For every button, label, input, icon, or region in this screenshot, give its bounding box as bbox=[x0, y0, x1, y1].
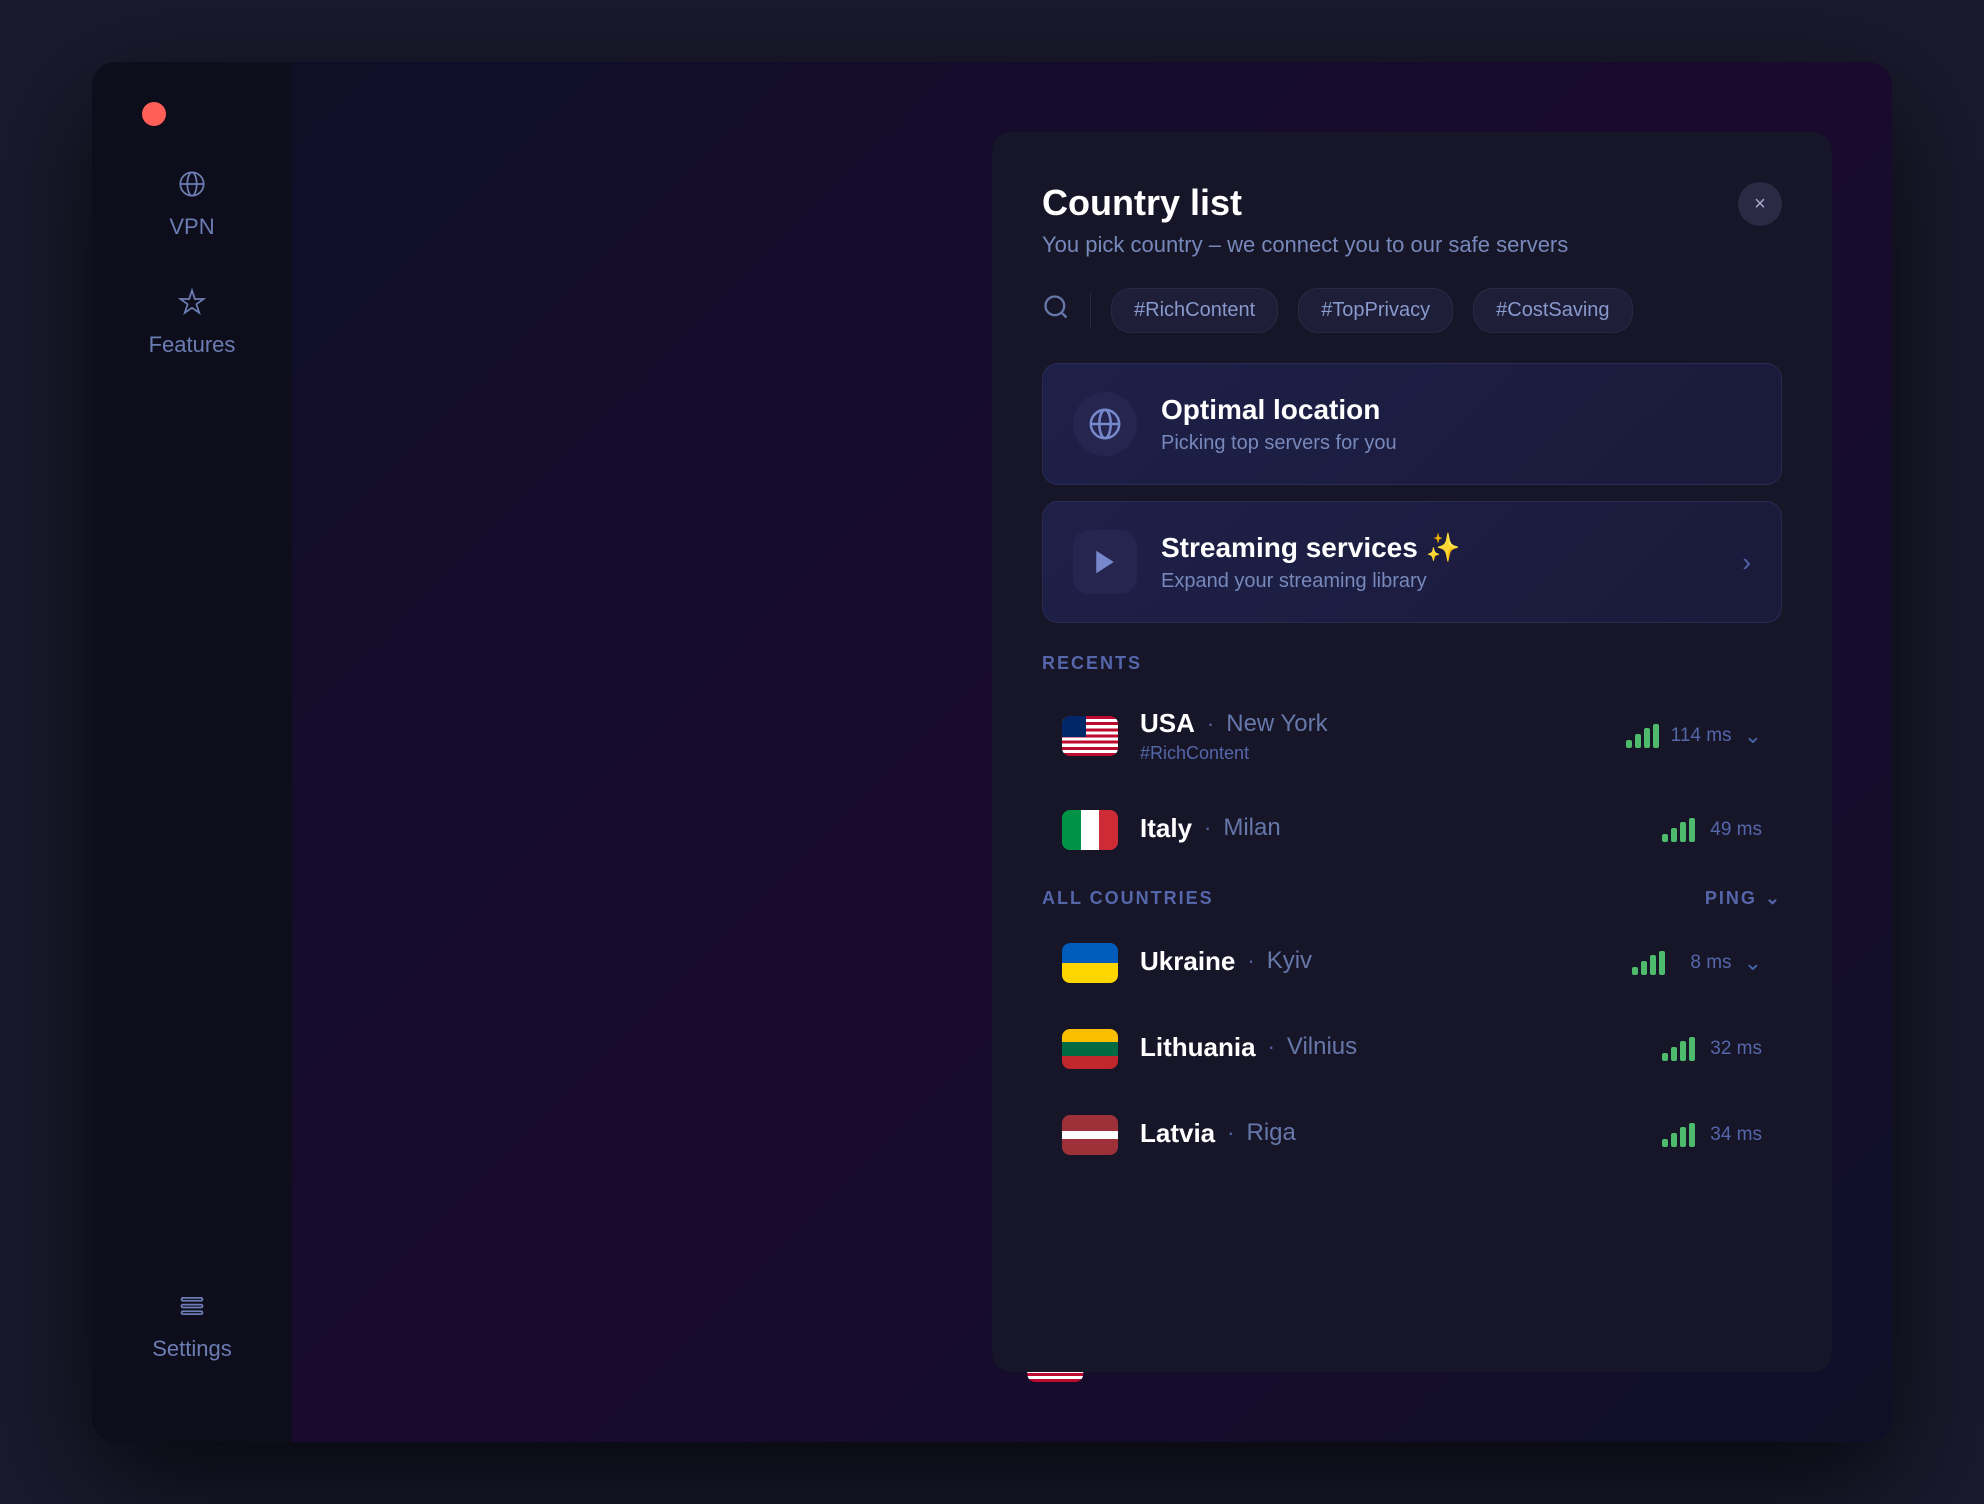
close-panel-button[interactable]: × bbox=[1738, 182, 1782, 226]
country-list-panel: Country list You pick country – we conne… bbox=[992, 132, 1832, 1372]
sidebar-item-settings[interactable]: Settings bbox=[152, 1284, 232, 1362]
latvia-signal-icon bbox=[1662, 1123, 1695, 1147]
recent-usa-item[interactable]: USA · New York #RichContent 114 ms ⌄ bbox=[1042, 690, 1782, 782]
lithuania-country-info: Lithuania · Vilnius bbox=[1140, 1032, 1640, 1067]
latvia-ping-value: 34 ms bbox=[1707, 1124, 1762, 1146]
italy-ping-area: 49 ms bbox=[1662, 818, 1762, 842]
latvia-country-name: Latvia bbox=[1140, 1118, 1215, 1149]
lithuania-country-name: Lithuania bbox=[1140, 1032, 1256, 1063]
search-divider bbox=[1090, 293, 1091, 329]
ping-sort-label: PING bbox=[1705, 888, 1757, 909]
latvia-city-name: Riga bbox=[1246, 1119, 1295, 1147]
latvia-country-info: Latvia · Riga bbox=[1140, 1118, 1640, 1153]
all-countries-header: ALL COUNTRIES PING ⌄ bbox=[1042, 888, 1782, 909]
sidebar-features-label: Features bbox=[149, 332, 236, 358]
ukraine-flag bbox=[1062, 943, 1118, 983]
italy-name-row: Italy · Milan bbox=[1140, 813, 1640, 844]
search-icon[interactable] bbox=[1042, 293, 1070, 328]
latvia-name-row: Latvia · Riga bbox=[1140, 1118, 1640, 1149]
optimal-location-icon bbox=[1073, 392, 1137, 456]
usa-signal-icon bbox=[1626, 724, 1659, 748]
usa-name-row: USA · New York bbox=[1140, 708, 1604, 739]
optimal-location-title: Optimal location bbox=[1161, 394, 1397, 426]
italy-ping-value: 49 ms bbox=[1707, 819, 1762, 841]
lithuania-flag bbox=[1062, 1029, 1118, 1069]
usa-city-name: New York bbox=[1226, 710, 1327, 738]
italy-flag bbox=[1062, 810, 1118, 850]
optimal-location-subtitle: Picking top servers for you bbox=[1161, 432, 1397, 455]
italy-country-info: Italy · Milan bbox=[1140, 813, 1640, 848]
ping-sort-chevron-icon: ⌄ bbox=[1765, 888, 1782, 909]
italy-city-name: Milan bbox=[1223, 814, 1280, 842]
panel-title-area: Country list You pick country – we conne… bbox=[1042, 182, 1568, 258]
tag-richcontent[interactable]: #RichContent bbox=[1111, 288, 1278, 333]
usa-ping-value: 114 ms bbox=[1671, 725, 1732, 747]
recent-italy-item[interactable]: Italy · Milan 49 ms bbox=[1042, 792, 1782, 868]
ukraine-country-info: Ukraine · Kyiv bbox=[1140, 946, 1610, 981]
usa-country-info: USA · New York #RichContent bbox=[1140, 708, 1604, 764]
search-row: #RichContent #TopPrivacy #CostSaving bbox=[1042, 288, 1782, 333]
country-latvia-item[interactable]: Latvia · Riga 34 ms bbox=[1042, 1097, 1782, 1173]
ukraine-name-row: Ukraine · Kyiv bbox=[1140, 946, 1610, 977]
settings-icon bbox=[170, 1284, 214, 1328]
panel-subtitle: You pick country – we connect you to our… bbox=[1042, 232, 1568, 258]
close-window-button[interactable] bbox=[142, 102, 166, 126]
optimal-location-text: Optimal location Picking top servers for… bbox=[1161, 394, 1397, 455]
ping-sort-button[interactable]: PING ⌄ bbox=[1705, 888, 1782, 909]
vpn-icon bbox=[170, 162, 214, 206]
lithuania-ping-value: 32 ms bbox=[1707, 1038, 1762, 1060]
features-icon bbox=[170, 280, 214, 324]
lithuania-city-name: Vilnius bbox=[1287, 1033, 1357, 1061]
streaming-text: Streaming services ✨ Expand your streami… bbox=[1161, 531, 1460, 593]
streaming-subtitle: Expand your streaming library bbox=[1161, 570, 1460, 593]
usa-tag: #RichContent bbox=[1140, 743, 1604, 764]
ukraine-ping-value: 8 ms bbox=[1677, 952, 1732, 974]
usa-expand-icon[interactable]: ⌄ bbox=[1744, 723, 1762, 749]
sidebar: VPN Features Settings bbox=[92, 62, 292, 1442]
latvia-ping-area: 34 ms bbox=[1662, 1123, 1762, 1147]
recents-section-label: RECENTS bbox=[1042, 653, 1782, 674]
italy-country-name: Italy bbox=[1140, 813, 1192, 844]
tag-topprivacy[interactable]: #TopPrivacy bbox=[1298, 288, 1453, 333]
usa-flag bbox=[1062, 716, 1118, 756]
main-content: USA Country list You pick country – we c… bbox=[292, 62, 1892, 1442]
streaming-icon bbox=[1073, 530, 1137, 594]
usa-country-name: USA bbox=[1140, 708, 1195, 739]
usa-ping-area: 114 ms ⌄ bbox=[1626, 723, 1762, 749]
lithuania-name-row: Lithuania · Vilnius bbox=[1140, 1032, 1640, 1063]
app-window: VPN Features Settings bbox=[92, 62, 1892, 1442]
lithuania-signal-icon bbox=[1662, 1037, 1695, 1061]
country-ukraine-item[interactable]: Ukraine · Kyiv 8 ms ⌄ bbox=[1042, 925, 1782, 1001]
streaming-title: Streaming services ✨ bbox=[1161, 531, 1460, 564]
sidebar-item-features[interactable]: Features bbox=[149, 280, 236, 358]
streaming-services-card[interactable]: Streaming services ✨ Expand your streami… bbox=[1042, 501, 1782, 623]
country-lithuania-item[interactable]: Lithuania · Vilnius 32 ms bbox=[1042, 1011, 1782, 1087]
ukraine-country-name: Ukraine bbox=[1140, 946, 1235, 977]
lithuania-ping-area: 32 ms bbox=[1662, 1037, 1762, 1061]
sidebar-vpn-label: VPN bbox=[169, 214, 214, 240]
sidebar-settings-label: Settings bbox=[152, 1336, 232, 1362]
optimal-location-card[interactable]: Optimal location Picking top servers for… bbox=[1042, 363, 1782, 485]
italy-signal-icon bbox=[1662, 818, 1695, 842]
latvia-flag bbox=[1062, 1115, 1118, 1155]
panel-title: Country list bbox=[1042, 182, 1568, 224]
tag-costsaving[interactable]: #CostSaving bbox=[1473, 288, 1632, 333]
sidebar-item-vpn[interactable]: VPN bbox=[169, 162, 214, 240]
ukraine-ping-area: 8 ms ⌄ bbox=[1632, 950, 1762, 976]
panel-header: Country list You pick country – we conne… bbox=[1042, 182, 1782, 258]
ukraine-city-name: Kyiv bbox=[1267, 947, 1312, 975]
ukraine-expand-icon[interactable]: ⌄ bbox=[1744, 950, 1762, 976]
all-countries-label: ALL COUNTRIES bbox=[1042, 888, 1214, 909]
streaming-chevron-icon: › bbox=[1742, 547, 1751, 578]
ukraine-signal-icon bbox=[1632, 951, 1665, 975]
